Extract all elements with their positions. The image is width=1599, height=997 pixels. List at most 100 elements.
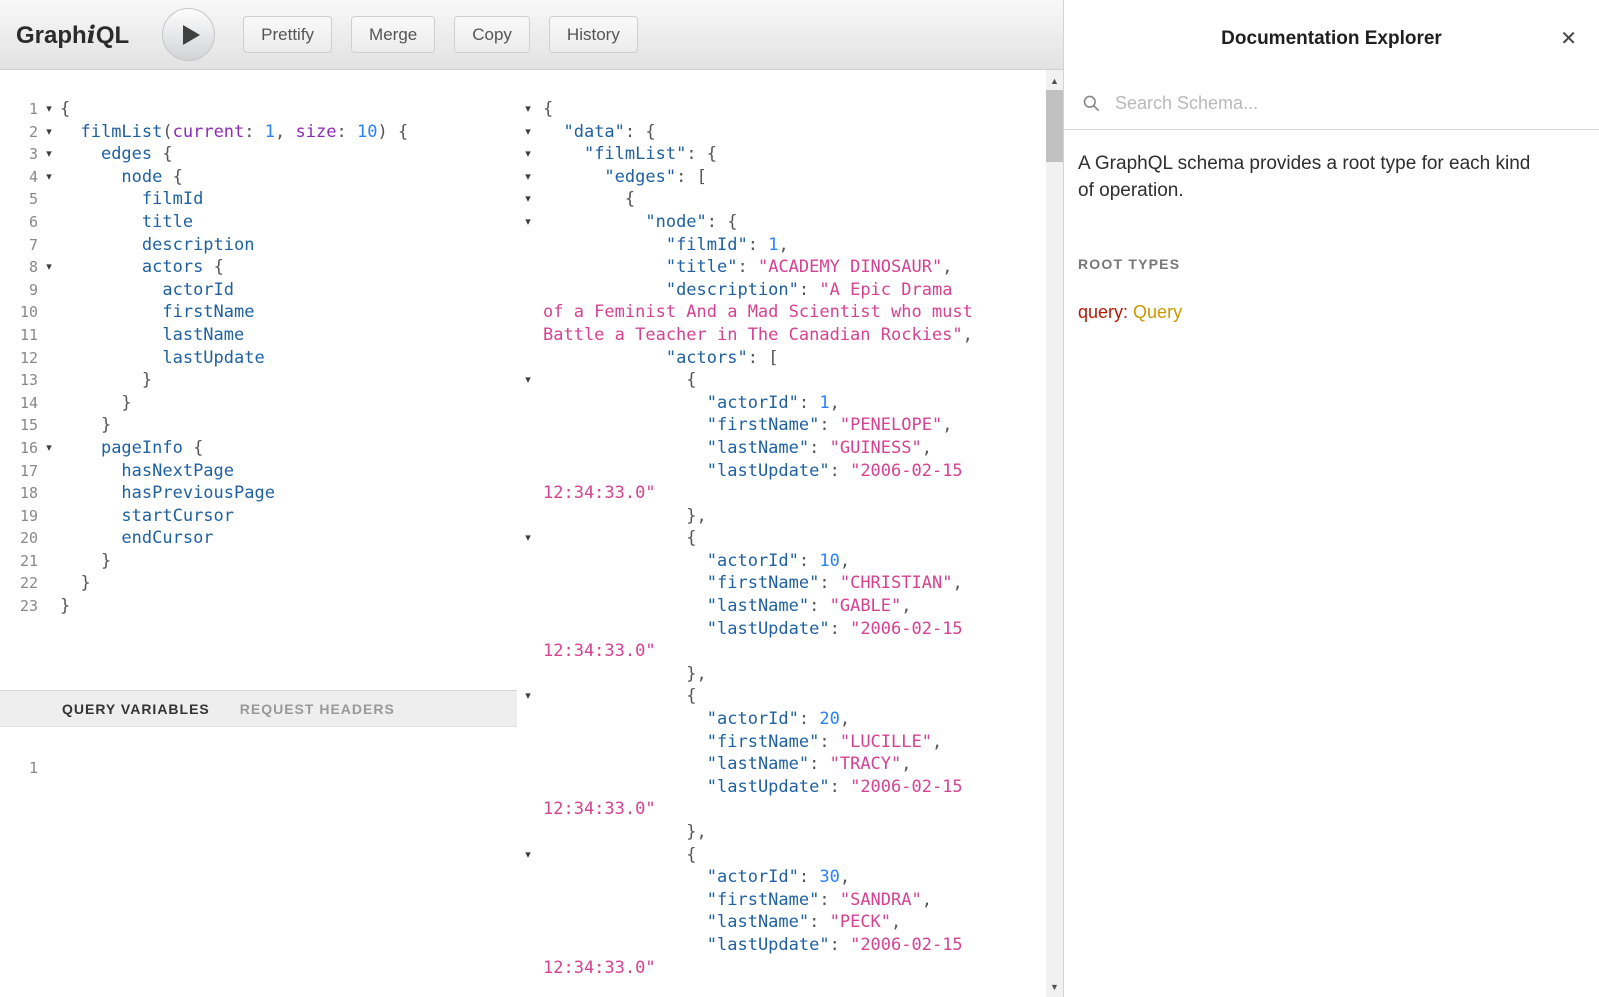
- code-line: "description": "A Epic Drama: [517, 279, 1063, 302]
- code-text: }: [58, 414, 111, 437]
- code-text: }: [58, 550, 111, 573]
- code-line: 19 startCursor: [0, 505, 517, 528]
- query-editor[interactable]: 1▾{2▾ filmList(current: 1, size: 10) {3▾…: [0, 70, 517, 690]
- fold-arrow-icon[interactable]: ▾: [517, 121, 539, 144]
- fold-gutter-spacer: [517, 279, 539, 302]
- result-viewer[interactable]: ▾{▾ "data": {▾ "filmList": {▾ "edges": […: [517, 70, 1063, 997]
- fold-gutter-spacer: [517, 460, 539, 483]
- code-text: }: [58, 369, 152, 392]
- fold-gutter-spacer: [40, 482, 58, 505]
- fold-gutter-spacer: [517, 934, 539, 957]
- tab-query-variables[interactable]: QUERY VARIABLES: [62, 701, 210, 717]
- copy-button[interactable]: Copy: [454, 16, 530, 53]
- fold-arrow-icon[interactable]: ▾: [517, 211, 539, 234]
- fold-gutter-spacer: [40, 550, 58, 573]
- fold-arrow-icon[interactable]: ▾: [40, 437, 58, 460]
- fold-gutter-spacer: [517, 324, 539, 347]
- fold-arrow-icon[interactable]: ▾: [517, 844, 539, 867]
- docs-header: Documentation Explorer ✕: [1064, 0, 1599, 78]
- code-line: 18 hasPreviousPage: [0, 482, 517, 505]
- scrollbar-thumb[interactable]: [1046, 90, 1063, 162]
- code-line: "actorId": 1,: [517, 392, 1063, 415]
- code-text: {: [539, 527, 697, 550]
- line-number: 13: [0, 369, 40, 392]
- line-number: 18: [0, 482, 40, 505]
- root-type-item: query: Query: [1078, 302, 1585, 323]
- code-line: ▾ "filmList": {: [517, 143, 1063, 166]
- fold-arrow-icon[interactable]: ▾: [517, 369, 539, 392]
- code-line: 9 actorId: [0, 279, 517, 302]
- result-scrollbar[interactable]: ▲ ▼: [1046, 70, 1063, 997]
- fold-gutter-spacer: [517, 572, 539, 595]
- code-line: 12 lastUpdate: [0, 347, 517, 370]
- fold-arrow-icon[interactable]: ▾: [517, 143, 539, 166]
- code-line: 14 }: [0, 392, 517, 415]
- fold-gutter-spacer: [517, 505, 539, 528]
- fold-gutter-spacer: [517, 414, 539, 437]
- fold-gutter-spacer: [517, 663, 539, 686]
- code-text: actors {: [58, 256, 224, 279]
- scrollbar-down-icon[interactable]: ▼: [1046, 978, 1063, 995]
- fold-arrow-icon[interactable]: ▾: [40, 166, 58, 189]
- code-line: "lastName": "GUINESS",: [517, 437, 1063, 460]
- code-line: ▾ {: [517, 844, 1063, 867]
- line-number: 3: [0, 143, 40, 166]
- code-line: 22 }: [0, 572, 517, 595]
- fold-gutter-spacer: [517, 753, 539, 776]
- fold-gutter-spacer: [40, 572, 58, 595]
- fold-gutter-spacer: [40, 595, 58, 618]
- fold-gutter-spacer: [517, 957, 539, 980]
- tab-request-headers[interactable]: REQUEST HEADERS: [240, 701, 395, 717]
- code-line: "firstName": "CHRISTIAN",: [517, 572, 1063, 595]
- code-text: title: [58, 211, 193, 234]
- docs-intro-text: A GraphQL schema provides a root type fo…: [1078, 150, 1546, 204]
- fold-gutter-spacer: [40, 505, 58, 528]
- fold-gutter-spacer: [517, 347, 539, 370]
- close-icon[interactable]: ✕: [1560, 26, 1577, 51]
- code-text: hasNextPage: [58, 460, 234, 483]
- code-line: 10 firstName: [0, 301, 517, 324]
- code-text: {: [539, 98, 553, 121]
- fold-arrow-icon[interactable]: ▾: [40, 98, 58, 121]
- fold-arrow-icon[interactable]: ▾: [517, 166, 539, 189]
- code-text: 12:34:33.0": [539, 798, 656, 821]
- fold-arrow-icon[interactable]: ▾: [517, 527, 539, 550]
- root-type-query-link[interactable]: Query: [1133, 302, 1182, 322]
- code-text: filmList(current: 1, size: 10) {: [58, 121, 408, 144]
- fold-arrow-icon[interactable]: ▾: [517, 188, 539, 211]
- search-schema-input[interactable]: [1115, 93, 1585, 114]
- fold-gutter-spacer: [40, 234, 58, 257]
- code-text: [58, 757, 60, 780]
- fold-arrow-icon[interactable]: ▾: [40, 256, 58, 279]
- code-text: "firstName": "PENELOPE",: [539, 414, 952, 437]
- fold-arrow-icon[interactable]: ▾: [40, 121, 58, 144]
- code-line: 5 filmId: [0, 188, 517, 211]
- code-line: 4▾ node {: [0, 166, 517, 189]
- code-text: endCursor: [58, 527, 214, 550]
- code-line: Battle a Teacher in The Canadian Rockies…: [517, 324, 1063, 347]
- query-pane: 1▾{2▾ filmList(current: 1, size: 10) {3▾…: [0, 70, 517, 997]
- fold-gutter-spacer: [517, 866, 539, 889]
- fold-gutter-spacer: [517, 640, 539, 663]
- scrollbar-up-icon[interactable]: ▲: [1046, 72, 1063, 89]
- code-line: 23}: [0, 595, 517, 618]
- execute-button[interactable]: [162, 8, 215, 61]
- history-button[interactable]: History: [549, 16, 638, 53]
- code-text: filmId: [58, 188, 203, 211]
- code-text: 12:34:33.0": [539, 957, 656, 980]
- prettify-button[interactable]: Prettify: [243, 16, 332, 53]
- query-variables-editor[interactable]: 1: [0, 727, 517, 997]
- code-line: },: [517, 821, 1063, 844]
- play-icon: [183, 25, 200, 45]
- fold-arrow-icon[interactable]: ▾: [40, 143, 58, 166]
- code-line: "actorId": 20,: [517, 708, 1063, 731]
- fold-gutter-spacer: [517, 595, 539, 618]
- root-type-keyword: query:: [1078, 302, 1128, 322]
- line-number: 15: [0, 414, 40, 437]
- merge-button[interactable]: Merge: [351, 16, 435, 53]
- fold-gutter-spacer: [40, 460, 58, 483]
- line-number: 1: [0, 757, 40, 780]
- fold-arrow-icon[interactable]: ▾: [517, 685, 539, 708]
- fold-gutter-spacer: [40, 324, 58, 347]
- fold-arrow-icon[interactable]: ▾: [517, 98, 539, 121]
